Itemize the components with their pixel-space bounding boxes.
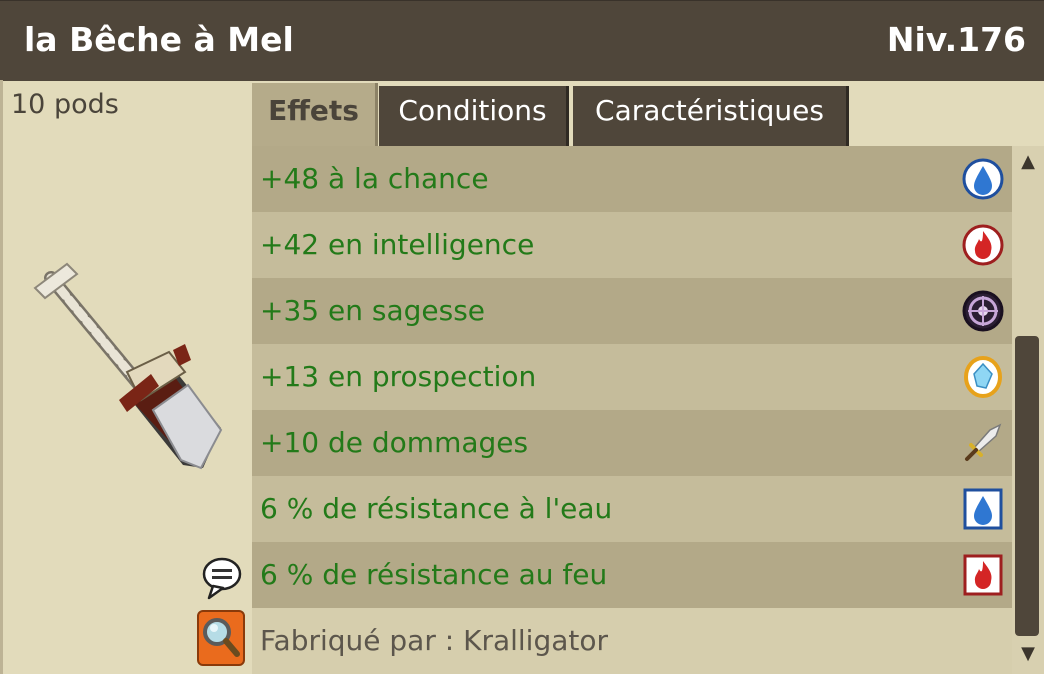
effect-text: 6 % de résistance au feu — [260, 558, 608, 591]
item-level: Niv.176 — [886, 20, 1026, 59]
title-bar: la Bêche à Mel Niv.176 — [0, 0, 1044, 81]
water-resistance-icon — [963, 488, 1003, 530]
effect-text: +42 en intelligence — [260, 228, 535, 261]
scroll-thumb[interactable] — [1015, 336, 1039, 636]
item-preview-panel: 10 pods — [0, 80, 253, 674]
effects-scrollbar[interactable]: ▲ ▼ — [1012, 146, 1044, 674]
effect-text: +10 de dommages — [260, 426, 529, 459]
item-tooltip-window: la Bêche à Mel Niv.176 10 pods Effets Co… — [0, 0, 1044, 674]
magnifier-icon[interactable] — [197, 610, 245, 666]
crafted-by-row: Fabriqué par : Kralligator — [252, 608, 1012, 674]
shovel-item-image — [33, 262, 223, 470]
chat-bubble-icon[interactable] — [201, 556, 243, 600]
effect-text: +13 en prospection — [260, 360, 537, 393]
effect-row: 6 % de résistance à l'eau — [252, 476, 1012, 542]
scroll-up-arrow-icon[interactable]: ▲ — [1012, 150, 1044, 174]
effect-text: +48 à la chance — [260, 162, 489, 195]
effect-text: +35 en sagesse — [260, 294, 486, 327]
effect-row: +42 en intelligence — [252, 212, 1012, 278]
crafted-by-text: Fabriqué par : Kralligator — [260, 624, 609, 657]
effect-row: +13 en prospection — [252, 344, 1012, 410]
effect-row: 6 % de résistance au feu — [252, 542, 1012, 608]
effects-list: +48 à la chance +42 en intelligence +35 … — [252, 146, 1012, 674]
prospecting-icon — [964, 356, 1002, 398]
fire-icon — [962, 224, 1004, 266]
item-name: la Bêche à Mel — [24, 20, 294, 59]
scroll-down-arrow-icon[interactable]: ▼ — [1012, 642, 1044, 666]
water-drop-icon — [962, 158, 1004, 200]
fire-resistance-icon — [963, 554, 1003, 596]
effect-text: 6 % de résistance à l'eau — [260, 492, 613, 525]
wisdom-icon — [962, 290, 1004, 332]
effect-row: +48 à la chance — [252, 146, 1012, 212]
item-weight: 10 pods — [11, 89, 119, 120]
tab-characteristics[interactable]: Caractéristiques — [573, 86, 849, 146]
tab-effects[interactable]: Effets — [252, 83, 378, 147]
sword-icon — [965, 423, 1002, 461]
tab-conditions[interactable]: Conditions — [379, 86, 569, 146]
effect-row: +10 de dommages — [252, 410, 1012, 476]
effect-row: +35 en sagesse — [252, 278, 1012, 344]
